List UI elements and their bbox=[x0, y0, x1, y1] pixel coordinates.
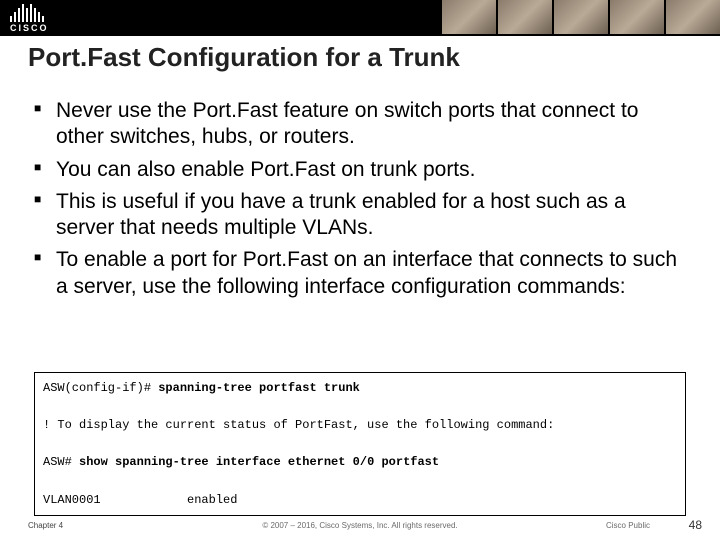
footer-page-number: 48 bbox=[689, 518, 702, 532]
code-line: VLAN0001 enabled bbox=[43, 491, 677, 510]
bullet-item: This is useful if you have a trunk enabl… bbox=[34, 189, 684, 242]
header-bar: CISCO bbox=[0, 0, 720, 34]
code-prompt: ASW(config-if)# bbox=[43, 381, 158, 395]
slide: CISCO Port.Fast Configuration for a Trun… bbox=[0, 0, 720, 540]
header-rule bbox=[0, 34, 720, 36]
code-line: ASW(config-if)# spanning-tree portfast t… bbox=[43, 379, 677, 398]
bullet-item: You can also enable Port.Fast on trunk p… bbox=[34, 157, 684, 183]
code-command: spanning-tree portfast trunk bbox=[158, 381, 360, 395]
header-photo bbox=[610, 0, 664, 34]
cisco-logo: CISCO bbox=[10, 4, 49, 33]
slide-title: Port.Fast Configuration for a Trunk bbox=[28, 42, 460, 73]
header-photo-strip bbox=[440, 0, 720, 34]
code-line bbox=[43, 435, 677, 454]
cisco-logo-text: CISCO bbox=[10, 23, 49, 33]
bullet-item: To enable a port for Port.Fast on an int… bbox=[34, 247, 684, 300]
code-line bbox=[43, 472, 677, 491]
cisco-logo-bars bbox=[10, 4, 46, 22]
header-photo bbox=[554, 0, 608, 34]
code-prompt: ASW# bbox=[43, 455, 79, 469]
code-command: show spanning-tree interface ethernet 0/… bbox=[79, 455, 439, 469]
code-line bbox=[43, 398, 677, 417]
header-photo bbox=[442, 0, 496, 34]
header-photo bbox=[498, 0, 552, 34]
slide-body: Never use the Port.Fast feature on switc… bbox=[34, 98, 684, 306]
code-block: ASW(config-if)# spanning-tree portfast t… bbox=[34, 372, 686, 516]
footer-label: Cisco Public bbox=[606, 521, 650, 530]
code-line: ! To display the current status of PortF… bbox=[43, 416, 677, 435]
code-line: ASW# show spanning-tree interface ethern… bbox=[43, 453, 677, 472]
bullet-item: Never use the Port.Fast feature on switc… bbox=[34, 98, 684, 151]
header-photo bbox=[666, 0, 720, 34]
